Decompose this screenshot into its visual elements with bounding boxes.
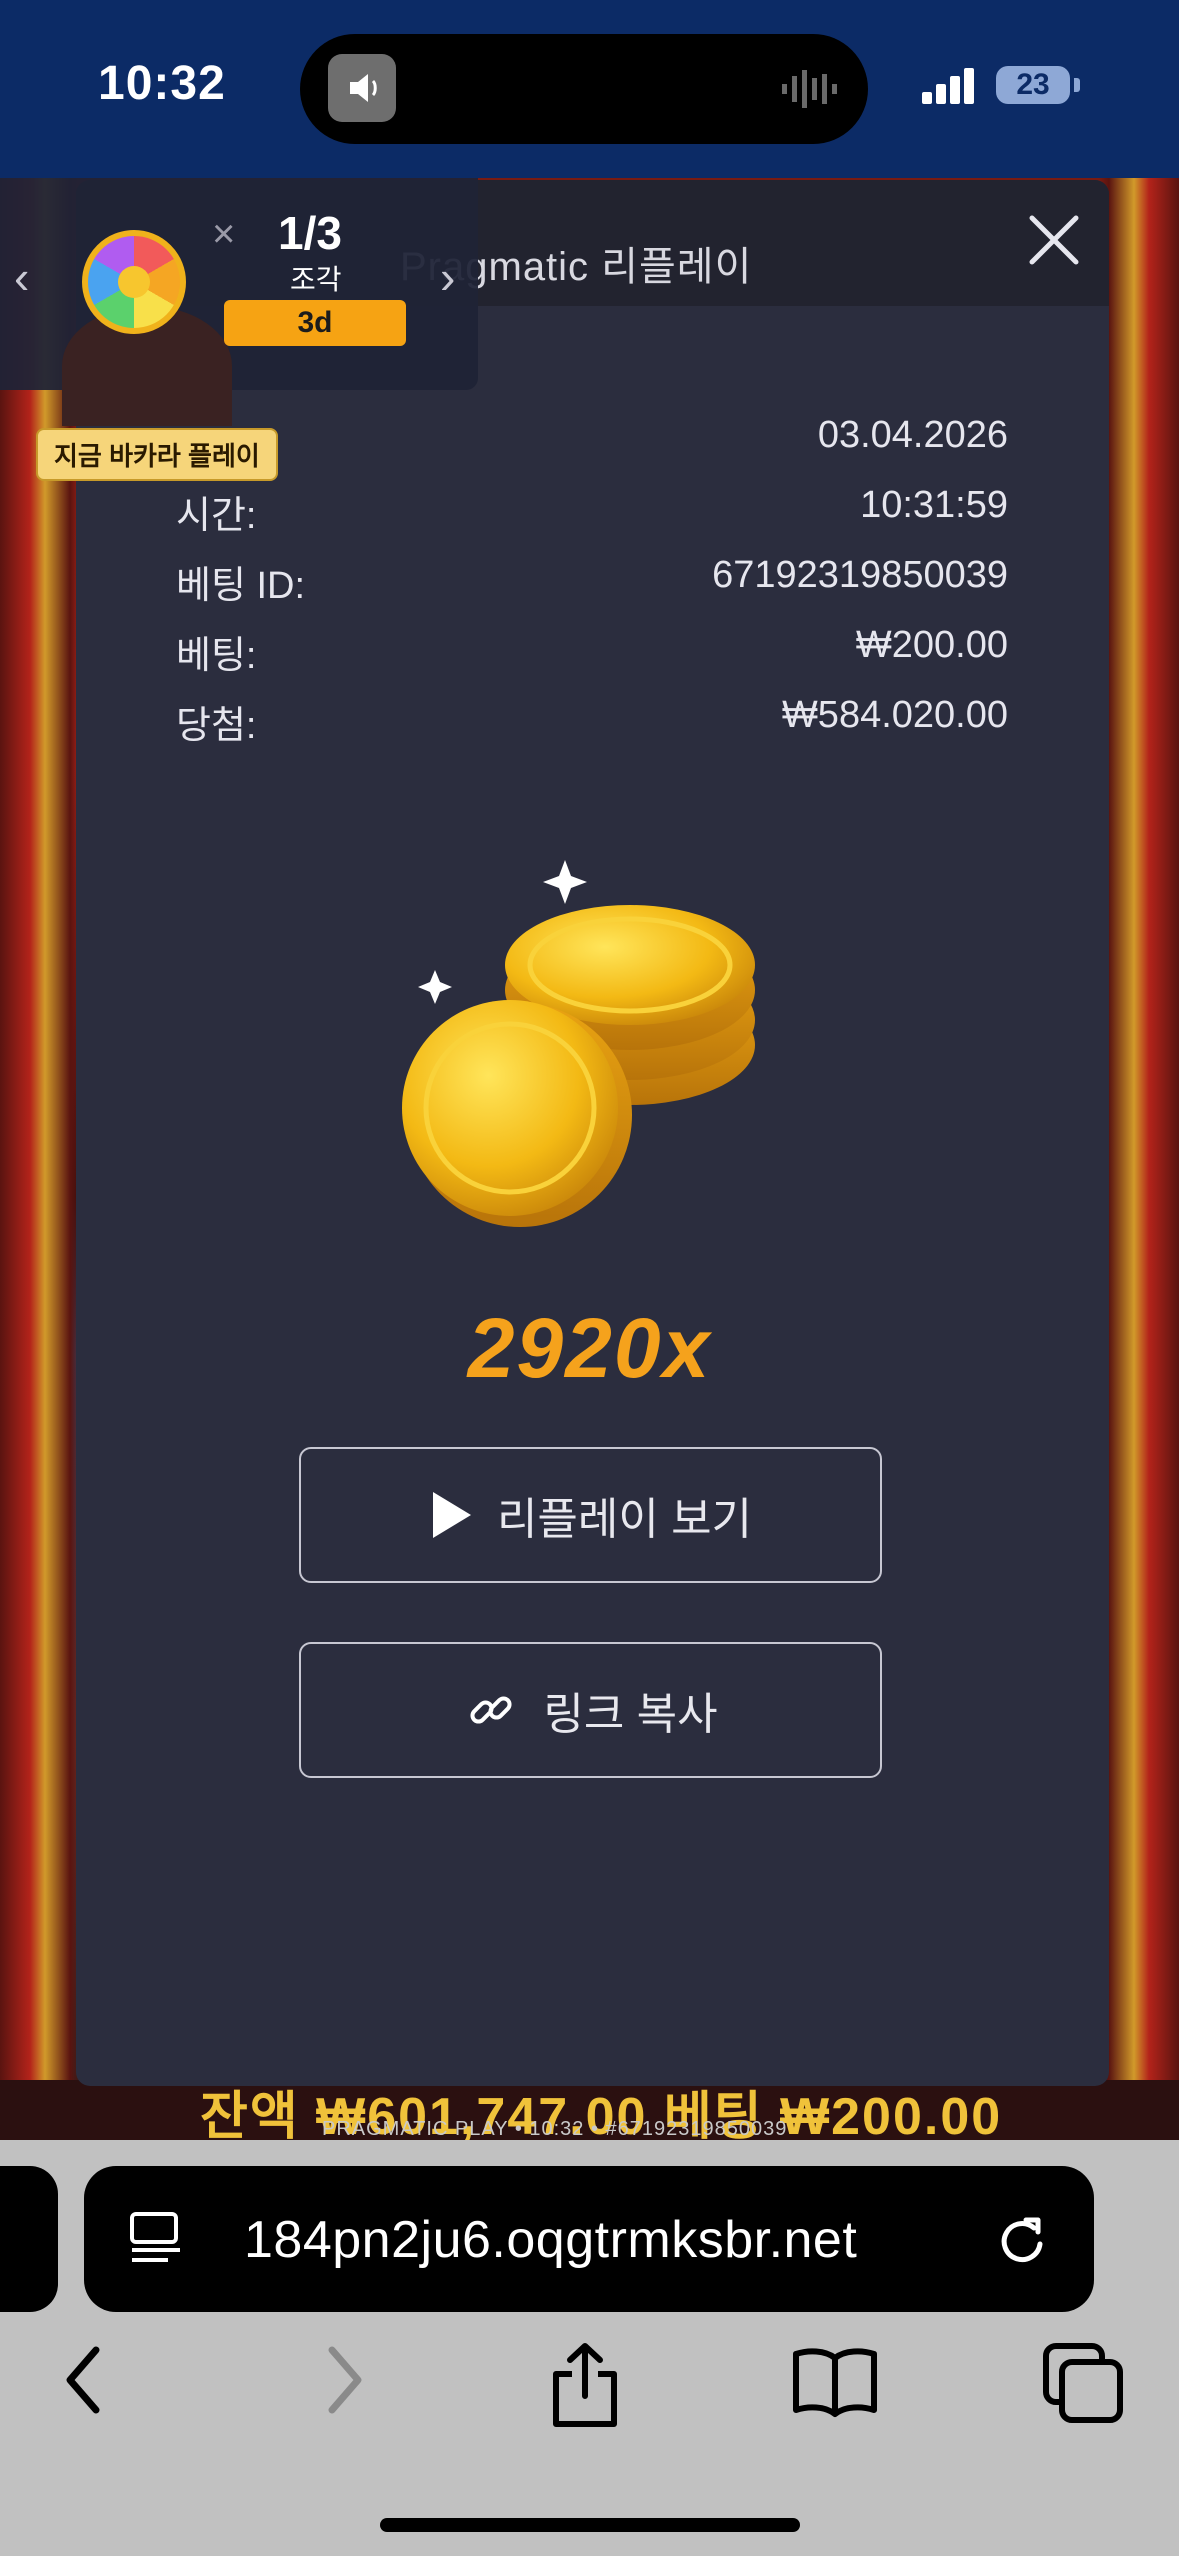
reload-icon[interactable] xyxy=(996,2210,1052,2270)
play-baccarat-badge[interactable]: 지금 바카라 플레이 xyxy=(36,428,278,481)
tabs-icon[interactable] xyxy=(1040,2340,1126,2426)
bet-value: ₩200.00 xyxy=(855,624,1008,666)
win-label: 당첨: xyxy=(176,705,257,747)
bet-label: 베팅: xyxy=(176,635,257,677)
close-icon[interactable] xyxy=(1024,210,1084,270)
link-icon xyxy=(470,1696,512,1724)
home-indicator xyxy=(380,2518,800,2532)
time-label: 시간: xyxy=(176,495,257,537)
bet-id-value: 67192319850039 xyxy=(712,554,1008,596)
win-value: ₩584.020.00 xyxy=(781,694,1008,736)
copy-link-label: 링크 복사 xyxy=(543,1690,718,1739)
audio-wave-icon xyxy=(782,70,837,108)
chevron-right-icon[interactable]: › xyxy=(440,250,455,304)
dynamic-island xyxy=(300,34,868,144)
speaker-icon xyxy=(328,54,396,122)
replay-button-label: 리플레이 보기 xyxy=(496,1495,753,1544)
battery-nub xyxy=(1074,78,1080,92)
game-meta: PRAGMATIC PLAY • 10:32 • #67192319850039 xyxy=(322,2118,788,2140)
date-value: 03.04.2026 xyxy=(817,414,1008,456)
status-time: 10:32 xyxy=(98,57,226,110)
promo-timer-badge: 3d xyxy=(224,300,406,346)
forward-icon[interactable] xyxy=(318,2340,368,2420)
replay-button[interactable]: 리플레이 보기 xyxy=(299,1447,882,1583)
wheel-center xyxy=(118,266,150,298)
signal-icon xyxy=(922,68,974,104)
page-menu-icon[interactable] xyxy=(128,2208,184,2268)
share-icon[interactable] xyxy=(550,2340,620,2430)
promo-sub-label: 조각 xyxy=(290,264,342,295)
copy-link-button[interactable]: 링크 복사 xyxy=(299,1642,882,1778)
coins-illustration xyxy=(402,860,755,1227)
play-icon xyxy=(432,1492,471,1538)
promo-count: 1/3 xyxy=(278,207,342,259)
win-multiplier: 2920x xyxy=(467,1301,712,1395)
battery-icon: 23 xyxy=(996,66,1070,104)
time-value: 10:31:59 xyxy=(860,484,1008,526)
chevron-left-icon[interactable]: ‹ xyxy=(14,250,29,304)
previous-tab-edge[interactable] xyxy=(0,2166,58,2312)
url-text[interactable]: 184pn2ju6.oqgtrmksbr.net xyxy=(244,2210,857,2270)
bookmarks-icon[interactable] xyxy=(790,2340,880,2420)
bet-id-label: 베팅 ID: xyxy=(176,565,306,607)
promo-close-icon[interactable]: × xyxy=(212,212,235,257)
back-icon[interactable] xyxy=(60,2340,110,2420)
